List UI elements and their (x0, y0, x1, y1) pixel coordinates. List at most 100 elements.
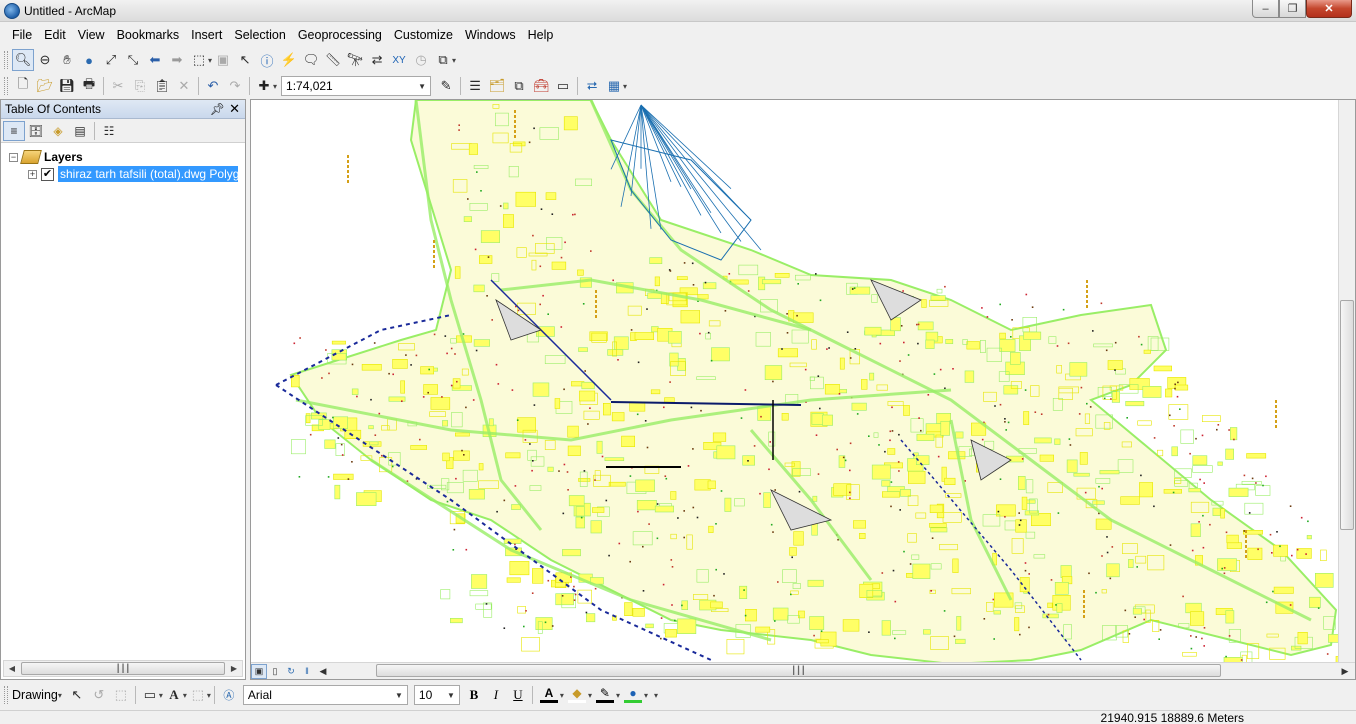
scroll-right-icon[interactable]: ▶ (226, 661, 242, 676)
fixed-zoom-out-icon[interactable]: ⤡ (122, 49, 144, 71)
refresh-icon[interactable]: ↻ (283, 664, 299, 679)
go-to-xy-icon[interactable]: XY (388, 49, 410, 71)
find-binoculars-icon[interactable]: 🔭︎ (344, 49, 366, 71)
map-horizontal-scrollbar-thumb[interactable]: ┃┃┃ (376, 664, 1221, 677)
print-icon[interactable]: 🖶 (78, 75, 100, 97)
html-popup-icon[interactable]: 🗨︎ (300, 49, 322, 71)
add-data-dropdown-icon[interactable]: ▾ (273, 82, 277, 91)
menu-windows[interactable]: Windows (459, 28, 522, 42)
select-features-icon[interactable]: ⬚ (188, 49, 210, 71)
new-text-icon[interactable]: A (163, 684, 185, 706)
rotate-icon[interactable]: ↺ (88, 684, 110, 706)
zoom-to-selected-elements-icon[interactable]: ⬚ (110, 684, 132, 706)
toolbar-options-icon[interactable]: ▾ (452, 56, 456, 65)
map-canvas[interactable] (251, 100, 1339, 664)
time-slider-icon[interactable]: ◷ (410, 49, 432, 71)
rectangle-icon[interactable]: ▭ (139, 684, 161, 706)
arctoolbox-icon[interactable]: 🧰︎ (530, 75, 552, 97)
italic-button[interactable]: I (485, 687, 507, 703)
zoom-in-icon[interactable]: 🔍︎ (12, 49, 34, 71)
bold-button[interactable]: B (463, 687, 485, 703)
toc-horizontal-scrollbar[interactable]: ◀ ┃┃┃ ▶ (3, 660, 243, 677)
toolbar-options-icon[interactable]: ▾ (623, 82, 627, 91)
chevron-down-icon[interactable]: ▼ (447, 691, 455, 700)
list-by-drawing-order-icon[interactable]: ≡ (3, 120, 25, 141)
toolbar-grip[interactable] (4, 51, 8, 69)
zoom-out-icon[interactable]: ⊖ (34, 49, 56, 71)
back-arrow-icon[interactable]: ⬅ (144, 49, 166, 71)
convert-text-icon[interactable]: ⬚ (187, 684, 209, 706)
restore-button[interactable]: ❐ (1279, 0, 1306, 18)
map-scale-combobox[interactable]: 1:74,021 ▼ (281, 76, 432, 96)
menu-view[interactable]: View (72, 28, 111, 42)
data-view-icon[interactable]: ▣ (251, 663, 267, 679)
minimize-button[interactable]: – (1252, 0, 1279, 18)
select-elements-arrow-icon[interactable]: ↖ (66, 684, 88, 706)
menu-edit[interactable]: Edit (38, 28, 72, 42)
menu-help[interactable]: Help (522, 28, 560, 42)
find-route-icon[interactable]: ⇄ (366, 49, 388, 71)
toolbar-grip[interactable] (4, 77, 8, 95)
undo-icon[interactable]: ↶ (202, 75, 224, 97)
list-by-source-icon[interactable]: 🗄︎ (25, 121, 47, 141)
font-name-combobox[interactable]: Arial ▼ (242, 685, 408, 705)
convert-dropdown-icon[interactable]: ▾ (207, 691, 211, 700)
close-button[interactable]: ✕ (1306, 0, 1352, 18)
collapse-icon[interactable]: − (9, 152, 18, 162)
chevron-down-icon[interactable]: ▼ (395, 691, 403, 700)
chevron-down-icon[interactable]: ▼ (418, 82, 426, 91)
menu-selection[interactable]: Selection (228, 28, 291, 42)
scrollbar-thumb[interactable]: ┃┃┃ (21, 662, 225, 675)
model-builder-icon[interactable]: ⮂ (581, 75, 603, 97)
font-icon[interactable]: Ⓐ (218, 684, 240, 706)
python-window-icon[interactable]: ▭ (552, 75, 574, 97)
close-icon[interactable]: ✕ (229, 101, 240, 117)
copy-icon[interactable]: ⎘ (129, 75, 151, 97)
font-color-button[interactable]: A (536, 684, 562, 706)
table-of-contents-window-icon[interactable]: ☰ (464, 75, 486, 97)
arcgis-online-icon[interactable]: ▦ (603, 75, 625, 97)
paste-icon[interactable]: 📋︎ (151, 75, 173, 97)
menu-insert[interactable]: Insert (185, 28, 228, 42)
fill-color-button[interactable]: ◆ (564, 684, 590, 706)
full-extent-globe-icon[interactable]: ● (78, 49, 100, 71)
pin-icon[interactable]: 📌︎ (210, 102, 225, 116)
list-by-visibility-icon[interactable]: ◈ (47, 121, 69, 141)
font-size-combobox[interactable]: 10 ▼ (413, 685, 460, 705)
arcmap-app-icon[interactable] (4, 3, 20, 19)
pause-drawing-icon[interactable]: ‖ (299, 664, 315, 679)
toolbar-grip[interactable] (4, 686, 8, 704)
expand-icon[interactable]: + (28, 169, 37, 179)
layer-name-label[interactable]: shiraz tarh tafsili (total).dwg Polygon (58, 166, 238, 182)
list-by-selection-icon[interactable]: ▤ (69, 121, 91, 141)
forward-arrow-icon[interactable]: ➡ (166, 49, 188, 71)
drawing-menu[interactable]: Drawing (12, 688, 58, 702)
add-data-icon[interactable]: ✚ (253, 75, 275, 97)
search-window-icon[interactable]: ⧉ (508, 75, 530, 97)
layers-root-row[interactable]: − Layers (9, 148, 83, 166)
redo-icon[interactable]: ↷ (224, 75, 246, 97)
menu-customize[interactable]: Customize (388, 28, 459, 42)
select-elements-arrow-icon[interactable]: ↖ (234, 49, 256, 71)
fixed-zoom-in-icon[interactable]: ⤢ (100, 49, 122, 71)
scroll-left-icon[interactable]: ◀ (4, 661, 20, 676)
scrollbar-thumb[interactable] (1340, 300, 1354, 530)
pan-hand-icon[interactable]: ✋︎ (56, 49, 78, 71)
scroll-right-icon[interactable]: ▶ (1337, 664, 1353, 679)
editor-toolbar-icon[interactable]: ✎ (435, 75, 457, 97)
clear-selection-icon[interactable]: ▣ (212, 49, 234, 71)
measure-ruler-icon[interactable]: 📏︎ (322, 49, 344, 71)
new-document-icon[interactable]: 🗋 (12, 75, 34, 97)
drawing-menu-dropdown-icon[interactable]: ▾ (58, 691, 62, 700)
layer-visibility-checkbox[interactable]: ✔ (41, 167, 54, 181)
cut-scissors-icon[interactable]: ✂ (107, 75, 129, 97)
toc-options-icon[interactable]: ☷ (98, 121, 120, 141)
save-disk-icon[interactable]: 💾︎ (56, 75, 78, 97)
marker-color-dropdown-icon[interactable]: ▾ (644, 691, 648, 700)
layer-row-shiraz[interactable]: + ✔ shiraz tarh tafsili (total).dwg Poly… (28, 165, 238, 183)
line-color-button[interactable]: ✎ (592, 684, 618, 706)
underline-button[interactable]: U (507, 687, 529, 703)
create-viewer-window-icon[interactable]: ⧉ (432, 49, 454, 71)
catalog-window-icon[interactable]: 🗂︎ (486, 75, 508, 97)
identify-icon[interactable]: ⓘ (256, 49, 278, 71)
